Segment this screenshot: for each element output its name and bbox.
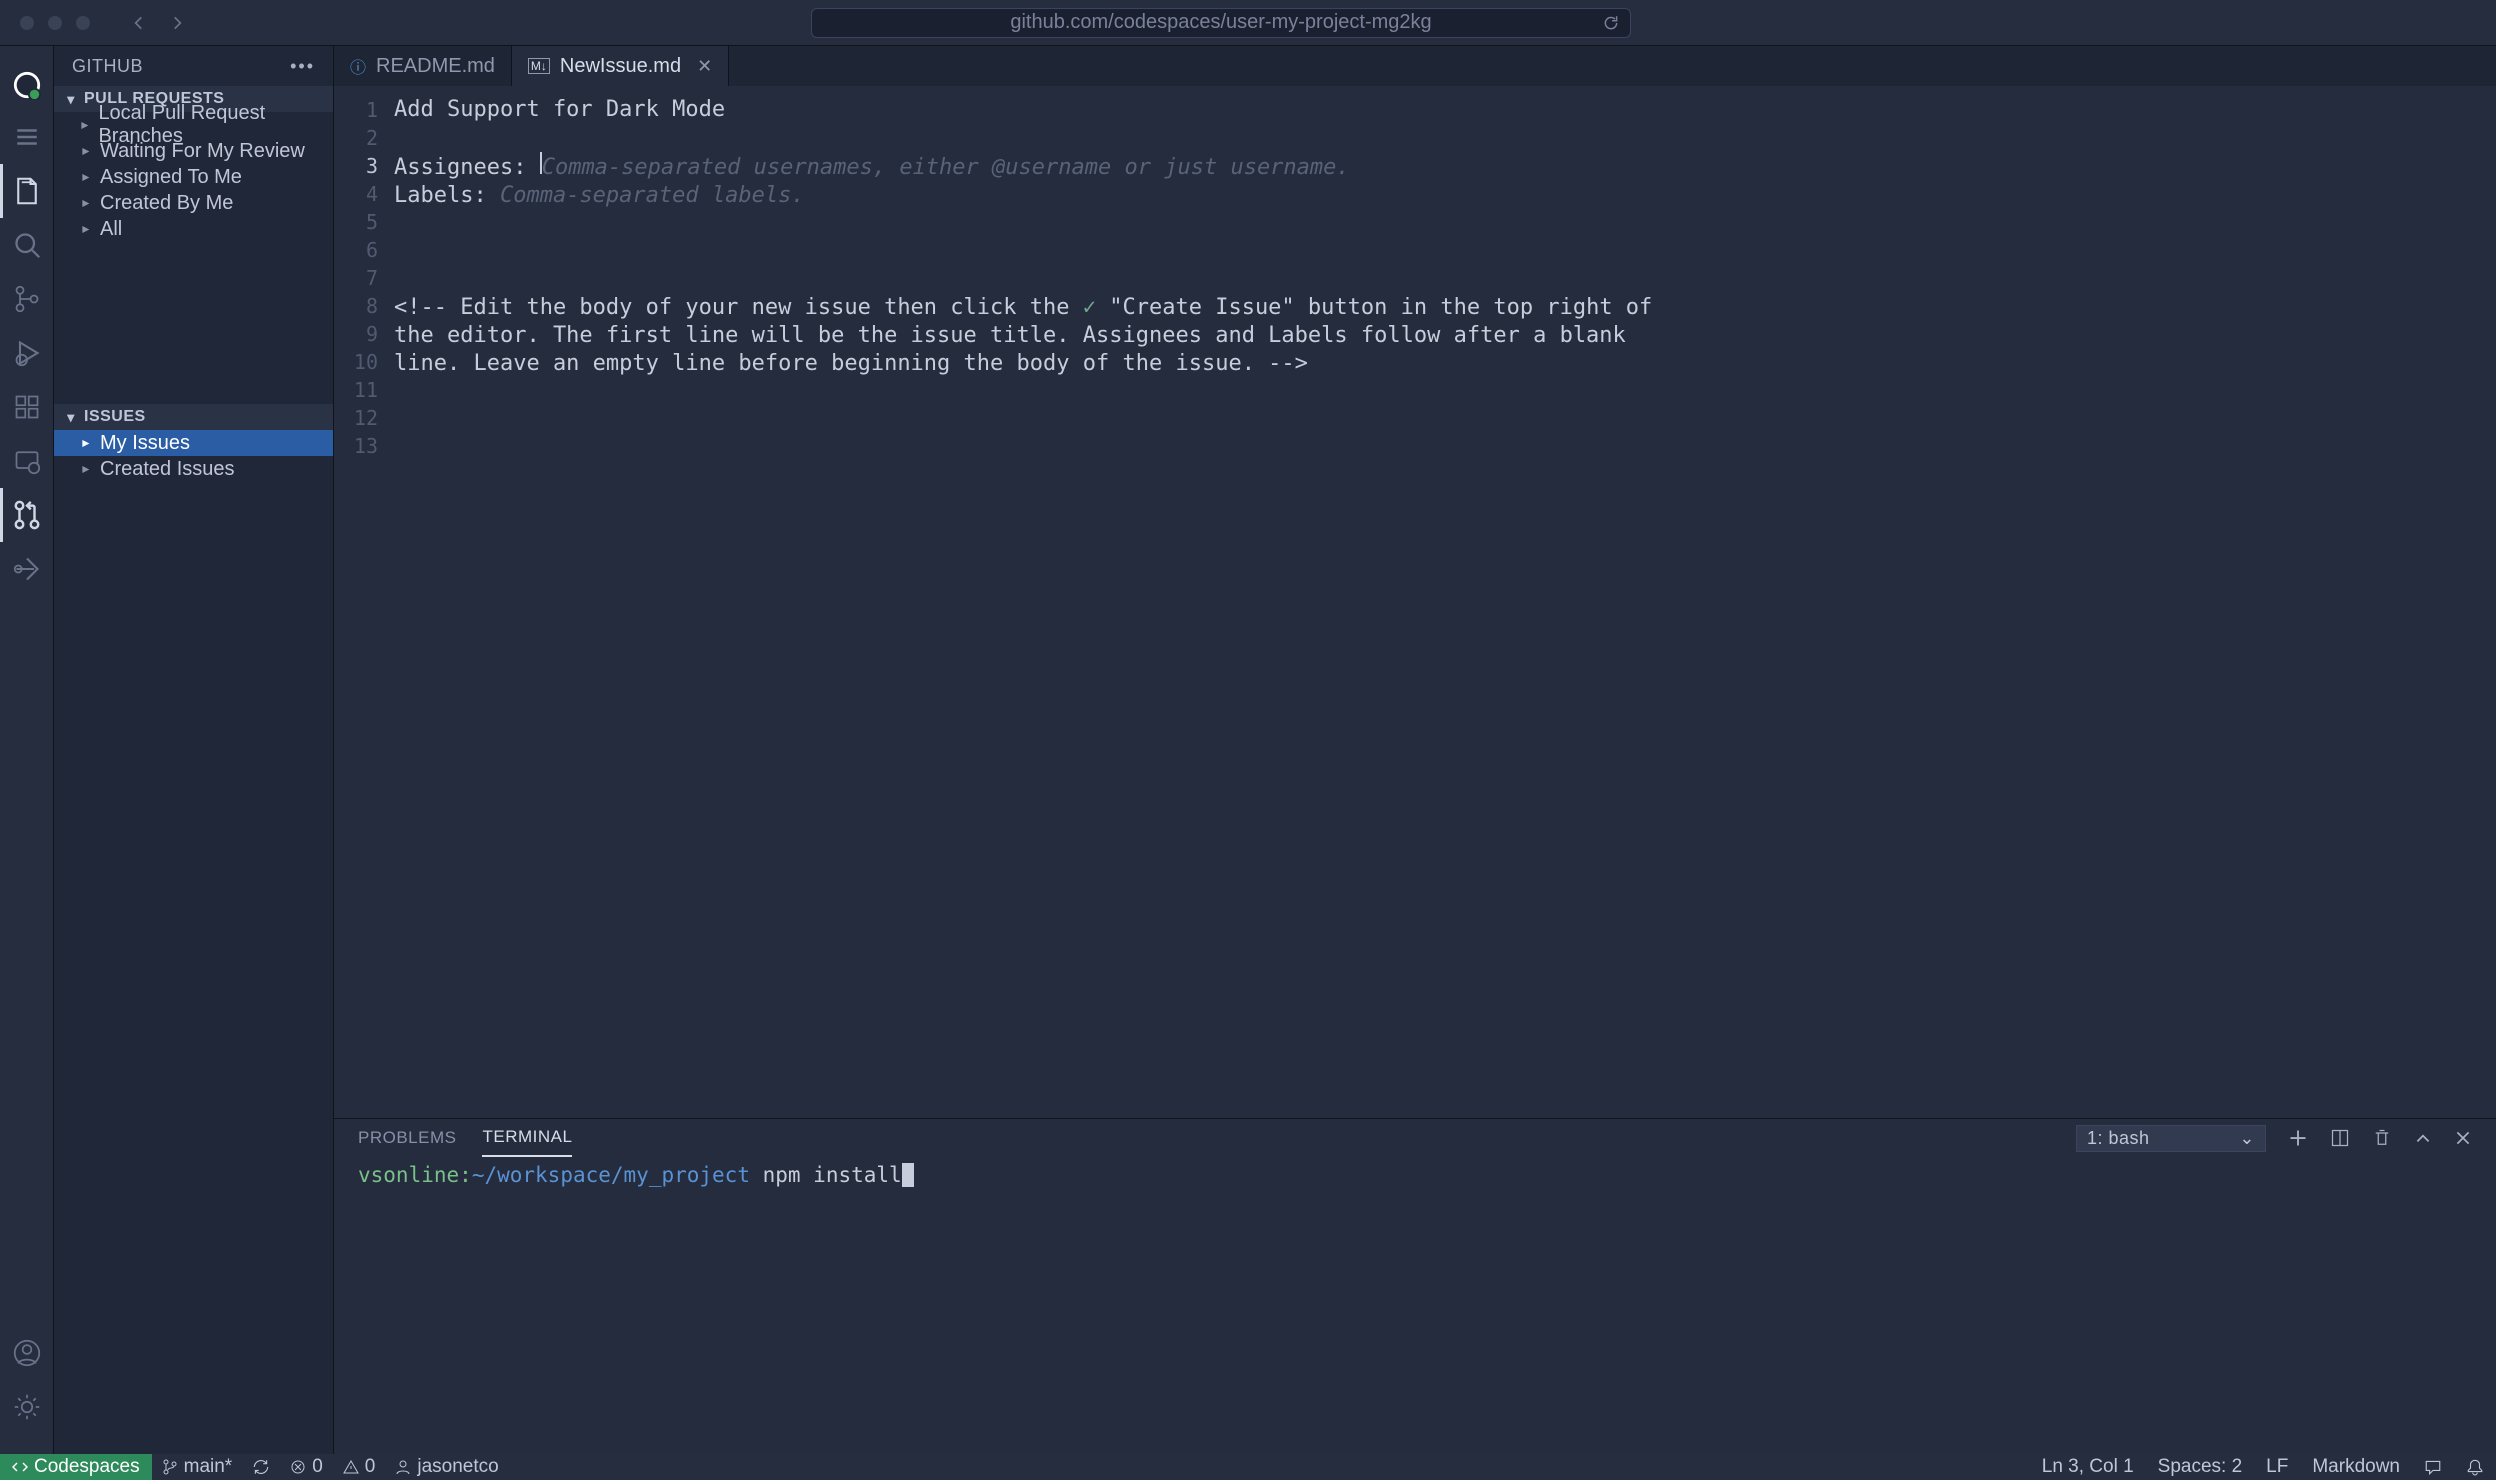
warnings-count[interactable]: 0: [333, 1454, 386, 1480]
editor[interactable]: 1 2 3 4 5 6 7 8 9 10 11 12 13 Add Suppor…: [334, 86, 2496, 1118]
issues-my-issues[interactable]: ▾My Issues: [54, 430, 333, 456]
terminal[interactable]: vsonline:~/workspace/my_project npm inst…: [334, 1157, 2496, 1454]
minimize-window-icon[interactable]: [48, 16, 62, 30]
close-icon[interactable]: ✕: [697, 56, 712, 77]
zoom-window-icon[interactable]: [76, 16, 90, 30]
titlebar: github.com/codespaces/user-my-project-mg…: [0, 0, 2496, 46]
run-debug-icon[interactable]: [0, 326, 54, 380]
new-terminal-icon[interactable]: [2288, 1128, 2308, 1148]
trash-icon[interactable]: [2372, 1128, 2392, 1148]
issues-created[interactable]: ▾Created Issues: [54, 456, 333, 482]
git-branch[interactable]: main*: [152, 1454, 243, 1480]
more-actions-icon[interactable]: •••: [290, 56, 315, 77]
labels-placeholder: Comma-separated labels.: [500, 183, 805, 208]
tab-readme[interactable]: ⓘ README.md: [334, 46, 512, 86]
activity-bar: [0, 46, 54, 1454]
chevron-down-icon: ▾: [62, 91, 80, 108]
extensions-icon[interactable]: [0, 380, 54, 434]
search-icon[interactable]: [0, 218, 54, 272]
terminal-user: vsonline: [358, 1163, 459, 1187]
chevron-down-icon: ⌄: [2239, 1128, 2255, 1149]
pr-waiting-review[interactable]: ▾Waiting For My Review: [54, 138, 333, 164]
line-gutter: 1 2 3 4 5 6 7 8 9 10 11 12 13: [334, 96, 394, 1118]
status-bar: Codespaces main* 0 0 jasonetco Ln 3, Col…: [0, 1454, 2496, 1480]
section-label: ISSUES: [84, 408, 146, 426]
reload-icon[interactable]: [1602, 14, 1620, 32]
pr-all[interactable]: ▾All: [54, 216, 333, 242]
terminal-command: npm install: [750, 1163, 902, 1187]
section-issues[interactable]: ▾ ISSUES: [54, 404, 333, 430]
nav-forward-icon[interactable]: [168, 14, 186, 32]
tab-problems[interactable]: PROBLEMS: [358, 1120, 456, 1156]
check-icon: ✓: [1083, 295, 1096, 320]
assignees-placeholder: Comma-separated usernames, either @usern…: [542, 155, 1350, 180]
url-text: github.com/codespaces/user-my-project-mg…: [1010, 11, 1431, 34]
markdown-icon: M↓: [528, 58, 550, 74]
close-window-icon[interactable]: [20, 16, 34, 30]
codespaces-indicator[interactable]: Codespaces: [0, 1454, 152, 1480]
notifications-icon[interactable]: [2454, 1454, 2496, 1480]
accounts-icon[interactable]: [0, 1326, 54, 1380]
menu-icon[interactable]: [0, 110, 54, 164]
sync-icon[interactable]: [242, 1454, 280, 1480]
language-mode[interactable]: Markdown: [2300, 1454, 2412, 1480]
info-icon: ⓘ: [350, 54, 366, 78]
errors-count[interactable]: 0: [280, 1454, 333, 1480]
pr-local-branches[interactable]: ▾Local Pull Request Branches: [54, 112, 333, 138]
github-pr-icon[interactable]: [0, 488, 54, 542]
live-share-icon[interactable]: [0, 542, 54, 596]
eol[interactable]: LF: [2254, 1454, 2300, 1480]
sidebar-title-text: GITHUB: [72, 56, 143, 77]
sidebar: GITHUB ••• ▾ PULL REQUESTS ▾Local Pull R…: [54, 46, 334, 1454]
github-logo-icon[interactable]: [0, 56, 54, 110]
source-control-icon[interactable]: [0, 272, 54, 326]
tab-terminal[interactable]: TERMINAL: [482, 1119, 572, 1157]
code-content[interactable]: Add Support for Dark Mode Assignees: Com…: [394, 96, 2496, 1118]
window-controls: [20, 16, 90, 30]
chevron-up-icon[interactable]: [2414, 1129, 2432, 1147]
bottom-panel: PROBLEMS TERMINAL 1: bash ⌄ vsonline:~/w…: [334, 1118, 2496, 1454]
tab-label: NewIssue.md: [560, 55, 681, 78]
terminal-cursor: [902, 1163, 915, 1187]
terminal-select[interactable]: 1: bash ⌄: [2076, 1125, 2266, 1152]
panel-tabs: PROBLEMS TERMINAL 1: bash ⌄: [334, 1119, 2496, 1157]
editor-area: ⓘ README.md M↓ NewIssue.md ✕ 1 2 3 4 5 6…: [334, 46, 2496, 1454]
sidebar-header: GITHUB •••: [54, 46, 333, 86]
remote-explorer-icon[interactable]: [0, 434, 54, 488]
pr-created-by-me[interactable]: ▾Created By Me: [54, 190, 333, 216]
url-bar[interactable]: github.com/codespaces/user-my-project-mg…: [811, 8, 1631, 38]
issue-title: Add Support for Dark Mode: [394, 96, 2496, 124]
tab-label: README.md: [376, 55, 495, 78]
nav-back-icon[interactable]: [130, 14, 148, 32]
close-panel-icon[interactable]: [2454, 1129, 2472, 1147]
feedback-icon[interactable]: [2412, 1454, 2454, 1480]
settings-gear-icon[interactable]: [0, 1380, 54, 1434]
terminal-path: ~/workspace/my_project: [472, 1163, 750, 1187]
pr-assigned-to-me[interactable]: ▾Assigned To Me: [54, 164, 333, 190]
tab-newissue[interactable]: M↓ NewIssue.md ✕: [512, 46, 729, 86]
indentation[interactable]: Spaces: 2: [2146, 1454, 2255, 1480]
live-share-user[interactable]: jasonetco: [385, 1454, 508, 1480]
explorer-icon[interactable]: [0, 164, 54, 218]
chevron-down-icon: ▾: [62, 409, 80, 426]
split-terminal-icon[interactable]: [2330, 1128, 2350, 1148]
tab-bar: ⓘ README.md M↓ NewIssue.md ✕: [334, 46, 2496, 86]
cursor-position[interactable]: Ln 3, Col 1: [2030, 1454, 2146, 1480]
